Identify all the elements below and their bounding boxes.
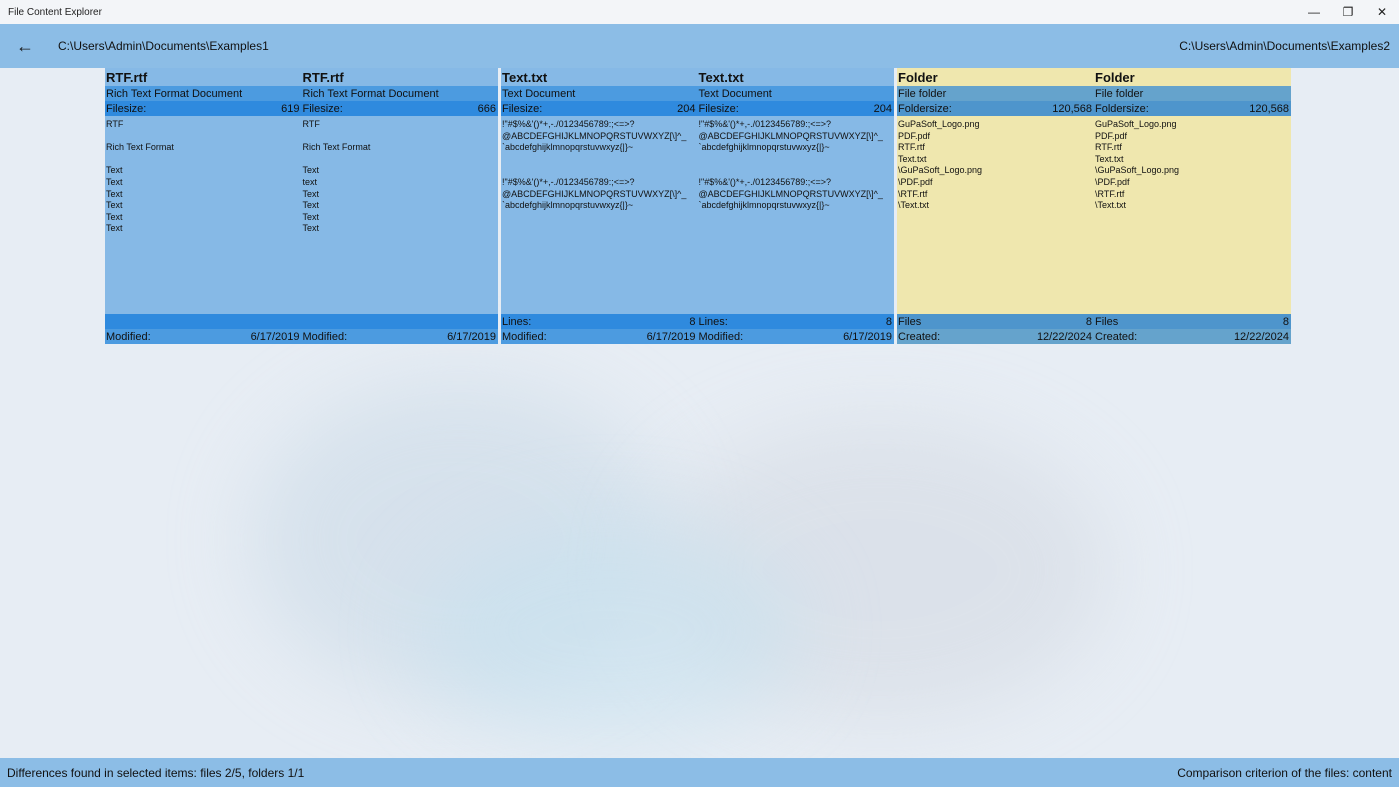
- folder-size-value: 120,568: [1052, 102, 1092, 115]
- file-type: Text Document: [698, 87, 772, 100]
- lines-row: Lines: 8: [697, 314, 894, 329]
- header-bar: ← C:\Users\Admin\Documents\Examples1 C:\…: [0, 24, 1399, 68]
- folder-size-label: Foldersize:: [1095, 102, 1149, 115]
- files-value: 8: [1085, 315, 1092, 328]
- created-value: 12/22/2024: [1233, 330, 1289, 343]
- file-name: Text.txt: [698, 70, 744, 85]
- comparison-criterion-status: Comparison criterion of the files: conte…: [1177, 765, 1392, 780]
- status-bar: Differences found in selected items: fil…: [0, 758, 1399, 787]
- folder-file-list: GuPaSoft_Logo.png PDF.pdf RTF.rtf Text.t…: [1095, 119, 1180, 211]
- modified-value: 6/17/2019: [843, 330, 892, 343]
- close-button[interactable]: ✕: [1365, 0, 1399, 24]
- right-folder-path: C:\Users\Admin\Documents\Examples2: [1179, 39, 1390, 53]
- left-folder-path: C:\Users\Admin\Documents\Examples1: [58, 39, 269, 53]
- file-type: Rich Text Format Document: [302, 87, 439, 100]
- files-count-row: Files 8: [1094, 314, 1291, 329]
- file-size-label: Filesize:: [698, 102, 739, 115]
- lines-row: Lines: 8: [501, 314, 698, 329]
- file-type-row: Text Document: [501, 86, 698, 101]
- folder-type-row: File folder: [1094, 86, 1291, 101]
- file-name: RTF.rtf: [302, 70, 344, 85]
- created-row: Created: 12/22/2024: [1094, 329, 1291, 344]
- file-content-preview: RTF Rich Text Format Text Text Text Text…: [106, 119, 174, 234]
- file-type-row: Text Document: [697, 86, 894, 101]
- modified-row: Modified: 6/17/2019: [501, 329, 698, 344]
- file-size-row: Filesize: 204: [501, 101, 698, 116]
- file-size-label: Filesize:: [502, 102, 543, 115]
- file-size-label: Filesize:: [302, 102, 343, 115]
- folder-type-row: File folder: [897, 86, 1094, 101]
- file-size-row: Filesize: 204: [697, 101, 894, 116]
- file-size-value: 619: [281, 102, 300, 115]
- file-type: Text Document: [502, 87, 576, 100]
- file-content-preview: !"#$%&'()*+,-./0123456789:;<=>? @ABCDEFG…: [502, 119, 687, 211]
- lines-value: 8: [885, 315, 892, 328]
- right-folder-column: Folder File folder Foldersize: 120,568 Gu…: [1094, 68, 1291, 344]
- files-value: 8: [1282, 315, 1289, 328]
- comparison-panel-text[interactable]: Text.txt Text Document Filesize: 204 !"#$…: [501, 68, 894, 344]
- folder-file-list: GuPaSoft_Logo.png PDF.pdf RTF.rtf Text.t…: [898, 119, 983, 211]
- differences-status: Differences found in selected items: fil…: [7, 765, 305, 780]
- modified-label: Modified:: [698, 330, 744, 343]
- right-file-column: Text.txt Text Document Filesize: 204 !"#$…: [697, 68, 894, 344]
- lines-label: Lines:: [502, 315, 532, 328]
- lines-value: 8: [689, 315, 696, 328]
- file-type: Rich Text Format Document: [106, 87, 243, 100]
- folder-size-row: Foldersize: 120,568: [897, 101, 1094, 116]
- file-content-preview: RTF Rich Text Format Text text Text Text…: [302, 119, 371, 234]
- modified-label: Modified:: [106, 330, 151, 343]
- files-label: Files: [898, 315, 922, 328]
- comparison-panel-folder[interactable]: Folder File folder Foldersize: 120,568 Gu…: [897, 68, 1291, 344]
- modified-value: 6/17/2019: [646, 330, 696, 343]
- right-file-column: RTF.rtf Rich Text Format Document Filesi…: [301, 68, 498, 344]
- comparison-panel-rtf[interactable]: RTF.rtf Rich Text Format Document Filesi…: [105, 68, 498, 344]
- file-size-row: Filesize: 666: [301, 101, 498, 116]
- left-file-column: Text.txt Text Document Filesize: 204 !"#$…: [501, 68, 698, 344]
- file-name: Text.txt: [502, 70, 548, 85]
- modified-row: Modified: 6/17/2019: [105, 329, 302, 344]
- file-content-preview: !"#$%&'()*+,-./0123456789:;<=>? @ABCDEFG…: [698, 119, 883, 211]
- file-size-value: 666: [477, 102, 496, 115]
- file-type-row: Rich Text Format Document: [105, 86, 302, 101]
- file-size-value: 204: [873, 102, 892, 115]
- files-count-row: Files 8: [897, 314, 1094, 329]
- title-bar: File Content Explorer — ❐ ✕: [0, 0, 1399, 24]
- created-label: Created:: [898, 330, 941, 343]
- modified-row: Modified: 6/17/2019: [697, 329, 894, 344]
- folder-name: Folder: [898, 70, 938, 85]
- modified-value: 6/17/2019: [250, 330, 300, 343]
- restore-button[interactable]: ❐: [1331, 0, 1365, 24]
- left-file-column: RTF.rtf Rich Text Format Document Filesi…: [105, 68, 302, 344]
- folder-size-label: Foldersize:: [898, 102, 952, 115]
- lines-row: [105, 314, 302, 329]
- folder-size-value: 120,568: [1249, 102, 1289, 115]
- modified-label: Modified:: [302, 330, 348, 343]
- minimize-button[interactable]: —: [1297, 0, 1331, 24]
- created-value: 12/22/2024: [1036, 330, 1092, 343]
- created-row: Created: 12/22/2024: [897, 329, 1094, 344]
- file-type-row: Rich Text Format Document: [301, 86, 498, 101]
- background-shape: [420, 520, 800, 740]
- modified-row: Modified: 6/17/2019: [301, 329, 498, 344]
- file-size-row: Filesize: 619: [105, 101, 302, 116]
- folder-type: File folder: [1095, 87, 1144, 100]
- folder-name: Folder: [1095, 70, 1135, 85]
- back-arrow-icon[interactable]: ←: [0, 24, 50, 68]
- files-label: Files: [1095, 315, 1119, 328]
- folder-size-row: Foldersize: 120,568: [1094, 101, 1291, 116]
- modified-label: Modified:: [502, 330, 547, 343]
- lines-label: Lines:: [698, 315, 728, 328]
- file-name: RTF.rtf: [106, 70, 148, 85]
- app-title: File Content Explorer: [8, 6, 102, 18]
- file-size-label: Filesize:: [106, 102, 147, 115]
- lines-row: [301, 314, 498, 329]
- left-folder-column: Folder File folder Foldersize: 120,568 Gu…: [897, 68, 1094, 344]
- file-size-value: 204: [677, 102, 696, 115]
- created-label: Created:: [1095, 330, 1138, 343]
- folder-type: File folder: [898, 87, 947, 100]
- modified-value: 6/17/2019: [447, 330, 496, 343]
